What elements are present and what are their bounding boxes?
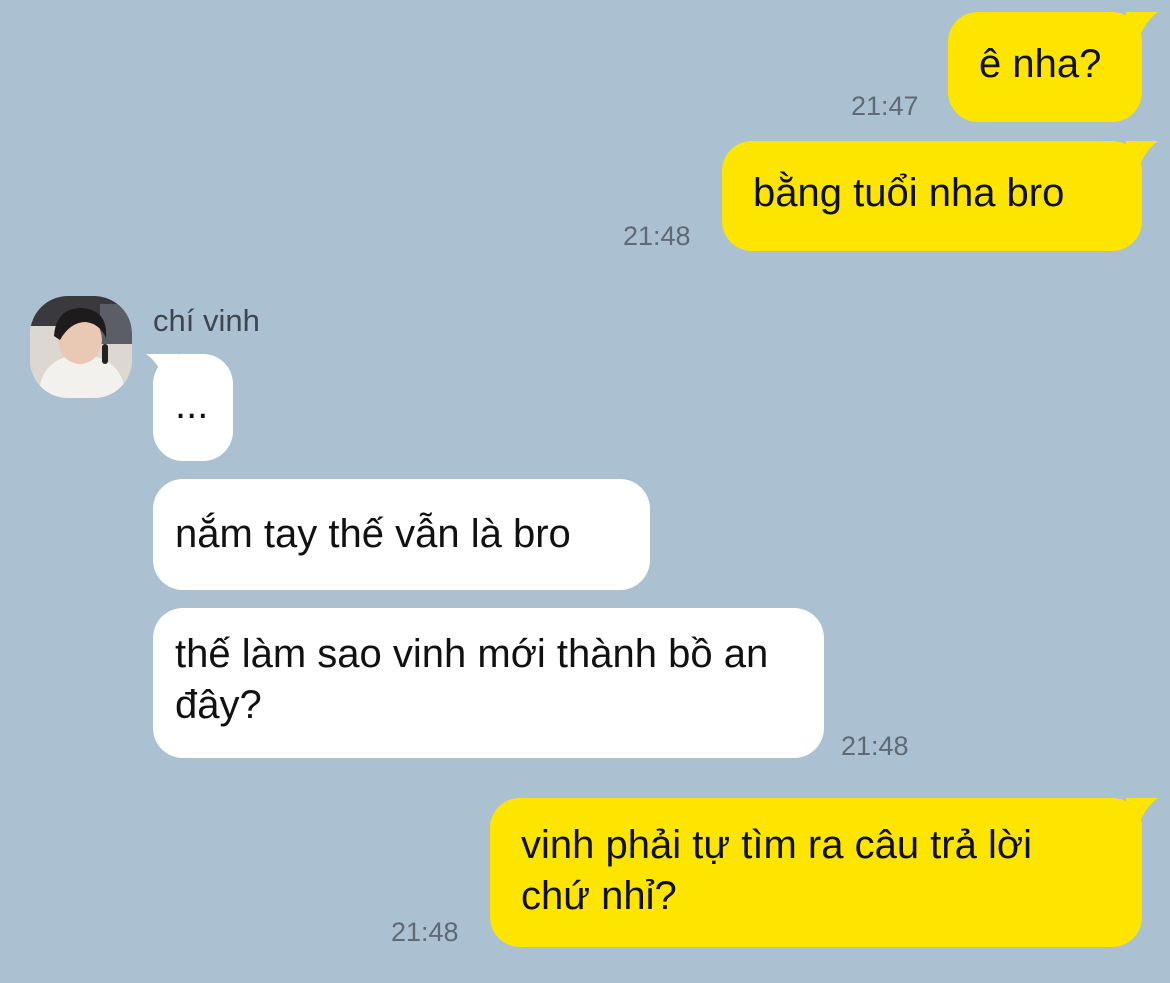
bubble-tail-icon [1126,12,1158,40]
outgoing-message-bubble[interactable]: bằng tuổi nha bro [722,141,1142,251]
chat-area[interactable]: 21:47 ê nha? 21:48 bằng tuổi nha bro chí… [0,0,1170,983]
outgoing-message-bubble[interactable]: vinh phải tự tìm ra câu trả lời chứ nhỉ? [490,798,1142,947]
message-text: vinh phải tự tìm ra câu trả lời chứ nhỉ? [521,823,1032,918]
message-timestamp: 21:48 [841,731,909,761]
bubble-tail-icon [1126,141,1158,169]
message-text: ... [175,383,209,427]
message-text: thế làm sao vinh mới thành bồ an đây? [175,632,769,727]
avatar-photo-icon [30,296,132,398]
message-text: ê nha? [979,42,1102,86]
message-timestamp: 21:48 [623,221,691,251]
message-timestamp: 21:48 [391,917,459,947]
incoming-message-bubble[interactable]: thế làm sao vinh mới thành bồ an đây? [153,608,824,758]
incoming-message-bubble[interactable]: ... [153,354,233,461]
contact-name: chí vinh [153,303,260,338]
contact-avatar[interactable] [30,296,132,398]
message-timestamp: 21:47 [851,91,919,121]
message-text: bằng tuổi nha bro [753,171,1065,215]
bubble-tail-icon [1126,798,1158,826]
message-text: nắm tay thế vẫn là bro [175,512,571,556]
outgoing-message-bubble[interactable]: ê nha? [948,12,1142,122]
incoming-message-bubble[interactable]: nắm tay thế vẫn là bro [153,479,650,590]
